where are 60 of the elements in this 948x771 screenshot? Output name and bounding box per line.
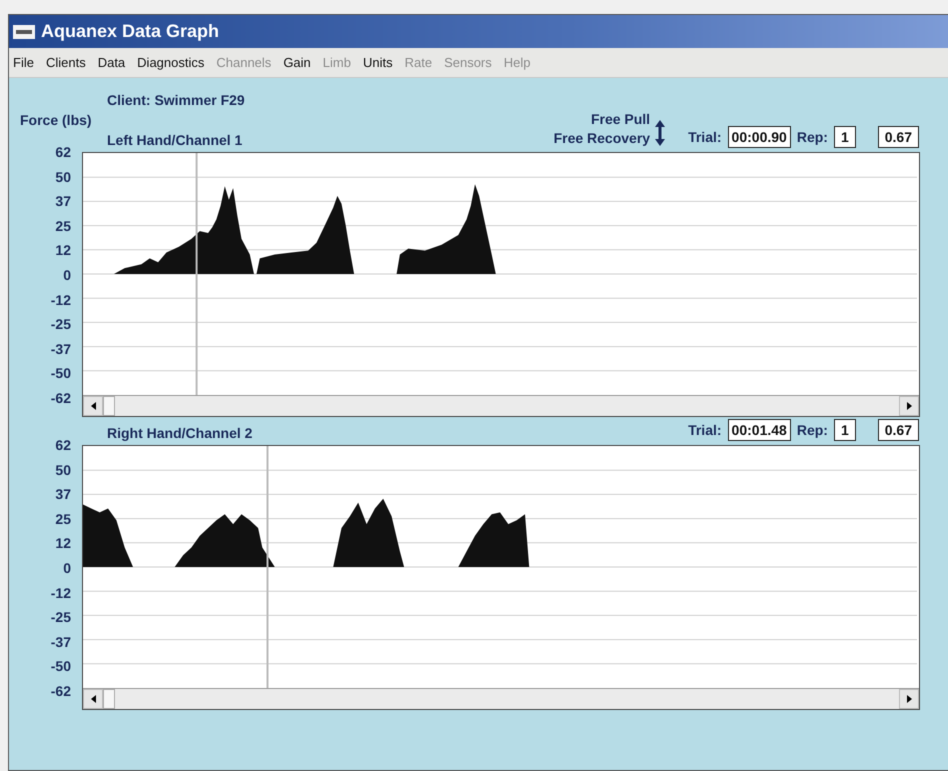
trial-label: Trial: bbox=[688, 129, 722, 145]
trial-time-field: 00:00.90 bbox=[728, 126, 791, 148]
mode-label: Free Pull bbox=[590, 110, 650, 129]
axis-tick-label: -62 bbox=[50, 682, 71, 699]
right-arrow-icon bbox=[906, 402, 912, 410]
menu-item[interactable]: Units bbox=[362, 55, 393, 70]
rep-label: Rep: bbox=[796, 422, 828, 438]
menu-item[interactable]: Diagnostics bbox=[137, 55, 204, 70]
axis-tick-label: -25 bbox=[50, 609, 71, 626]
left-arrow-icon bbox=[90, 695, 96, 703]
menu-item[interactable]: Gain bbox=[283, 55, 311, 70]
rep-field: 1 bbox=[834, 419, 856, 441]
horizontal-scrollbar[interactable] bbox=[83, 688, 919, 709]
horizontal-scrollbar[interactable] bbox=[83, 395, 919, 416]
up-down-arrow-icon[interactable] bbox=[654, 120, 666, 146]
axis-tick-label: 12 bbox=[55, 535, 71, 552]
scroll-right-button[interactable] bbox=[899, 689, 919, 709]
axis-tick-label: 25 bbox=[55, 218, 71, 234]
axis-tick-label: -37 bbox=[50, 634, 71, 650]
cursor-line[interactable] bbox=[196, 153, 198, 395]
axis-tick-label: 62 bbox=[55, 437, 71, 453]
axis-tick-label: 0 bbox=[63, 560, 71, 576]
axis-title: Force (lbs) bbox=[20, 112, 93, 128]
client-label: Client: Swimmer F29 bbox=[107, 92, 246, 108]
axis-tick-label: 62 bbox=[55, 144, 71, 160]
axis-tick-label: 37 bbox=[55, 193, 71, 210]
scroll-left-button[interactable] bbox=[83, 396, 103, 416]
axis-tick-label: -12 bbox=[50, 584, 71, 601]
channel-title: Right Hand/Channel 2 bbox=[107, 425, 252, 441]
menu-item[interactable]: Data bbox=[98, 55, 126, 70]
mode-label: Free Recovery bbox=[554, 129, 650, 148]
trial-label: Trial: bbox=[688, 422, 722, 438]
scroll-left-button[interactable] bbox=[83, 689, 103, 709]
channel-title: Left Hand/Channel 1 bbox=[107, 132, 242, 148]
rep-field: 1 bbox=[834, 126, 856, 148]
axis-tick-label: -25 bbox=[50, 316, 71, 332]
value-field: 0.67 bbox=[878, 126, 919, 148]
window-title: Aquanex Data Graph bbox=[41, 21, 220, 42]
axis-tick-label: -12 bbox=[50, 292, 71, 308]
menu-item[interactable]: Clients bbox=[46, 55, 86, 70]
rep-label: Rep: bbox=[796, 129, 828, 145]
value-field: 0.67 bbox=[878, 419, 919, 441]
app-logo-icon bbox=[13, 24, 35, 38]
axis-tick-label: 50 bbox=[55, 462, 71, 478]
left-arrow-icon bbox=[90, 402, 96, 410]
axis-tick-label: 50 bbox=[55, 168, 71, 185]
scroll-right-button[interactable] bbox=[899, 396, 919, 416]
trial-time-field: 00:01.48 bbox=[728, 419, 791, 441]
axis-tick-label: -50 bbox=[50, 658, 71, 674]
scrollbar-thumb[interactable] bbox=[103, 396, 115, 416]
axis-tick-label: 0 bbox=[63, 266, 71, 283]
axis-tick-label: -50 bbox=[50, 365, 71, 382]
axis-tick-label: 37 bbox=[55, 486, 71, 502]
right-arrow-icon bbox=[906, 695, 912, 703]
axis-tick-label: -37 bbox=[50, 340, 71, 357]
axis-tick-label: 12 bbox=[55, 242, 71, 258]
axis-tick-label: 25 bbox=[55, 510, 71, 527]
menu-item[interactable]: File bbox=[13, 55, 34, 70]
scrollbar-thumb[interactable] bbox=[103, 689, 115, 709]
axis-tick-label: -62 bbox=[50, 390, 71, 406]
